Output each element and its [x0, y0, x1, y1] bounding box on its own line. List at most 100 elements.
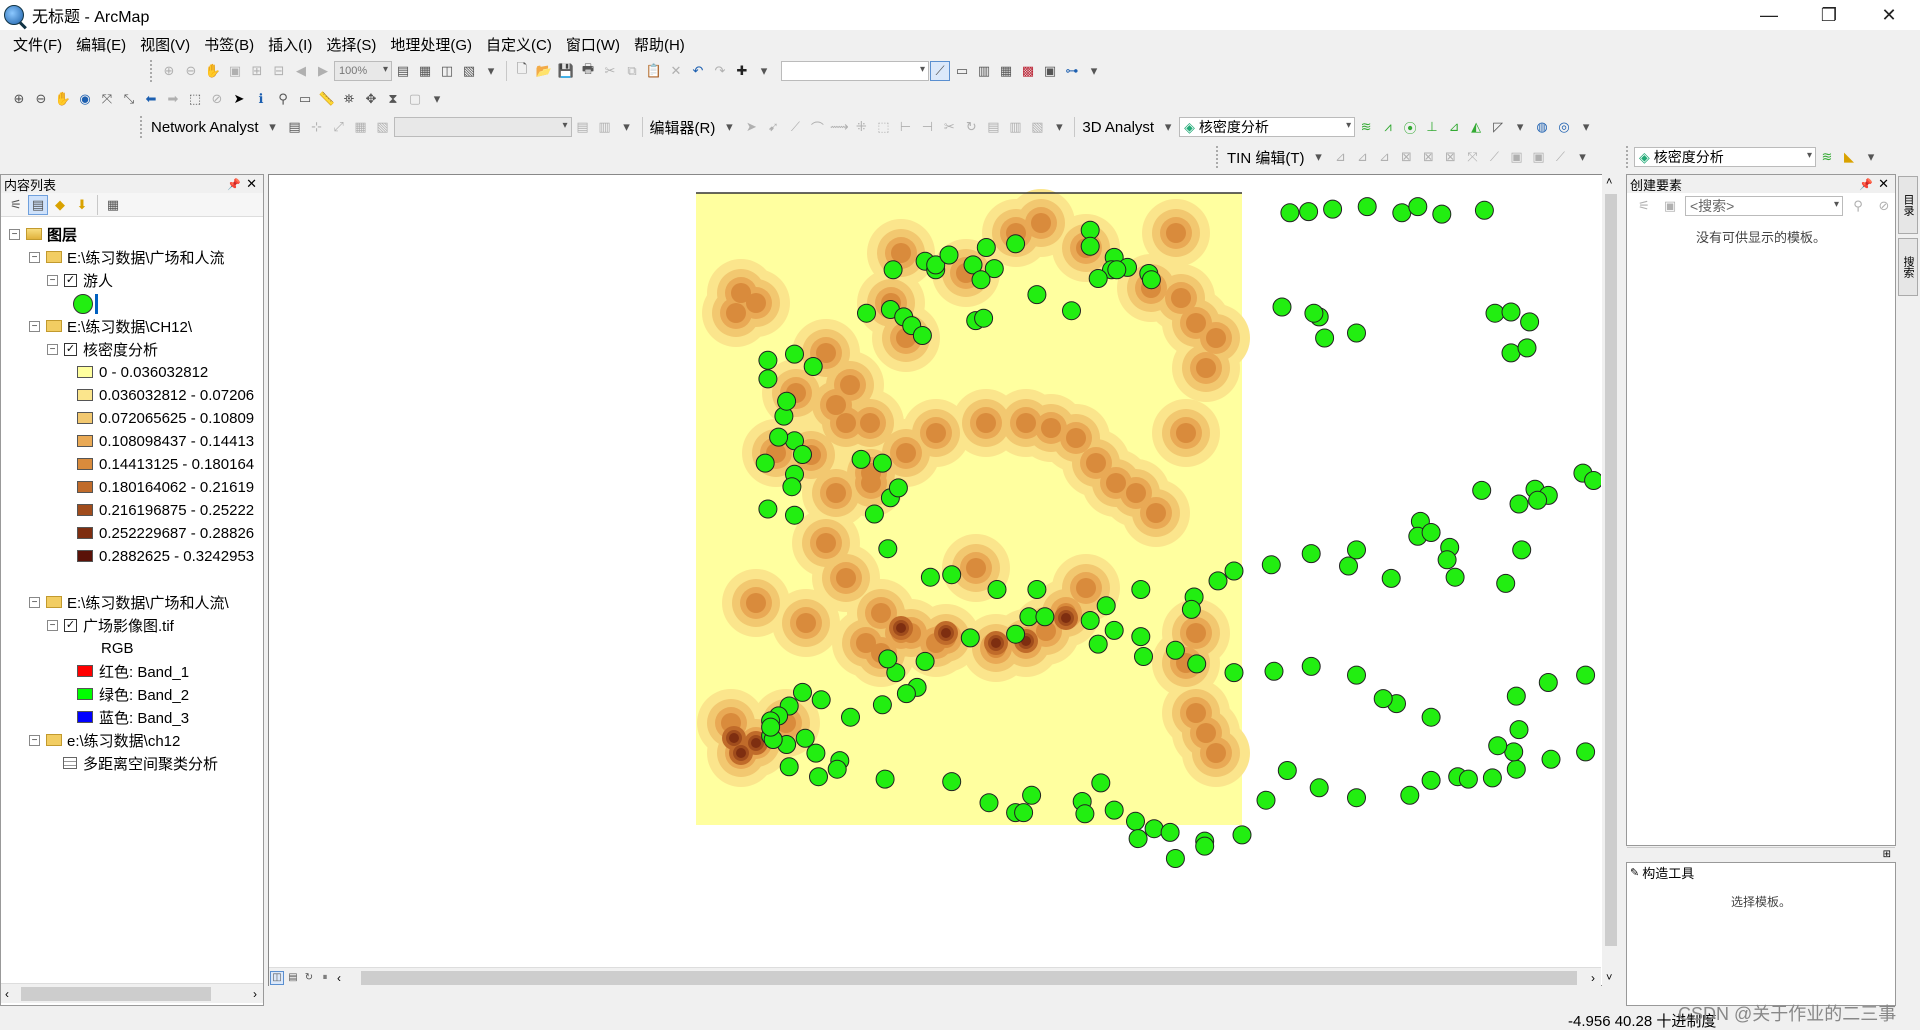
interpolate-polygon-icon[interactable]: ◭	[1466, 117, 1486, 137]
map-horizontal-scrollbar[interactable]: ◫ ▤ ↻ ⏸ ‹ ›	[269, 967, 1601, 987]
tree-group-4[interactable]: − e:\练习数据\ch12	[29, 729, 180, 751]
list-by-visibility-icon[interactable]: ◆	[50, 195, 70, 215]
collapse-icon[interactable]: −	[47, 274, 58, 286]
collapse-icon[interactable]: −	[29, 320, 40, 332]
end-point-arc-icon[interactable]: ⌒	[807, 117, 827, 137]
tree-group-3[interactable]: − E:\练习数据\广场和人流\	[29, 591, 229, 613]
trace-icon[interactable]: ⟿	[829, 117, 849, 137]
legend-class-row[interactable]: 0.072065625 - 0.10809	[77, 407, 254, 429]
toggle-draft-mode-icon[interactable]: ▤	[393, 61, 413, 81]
map-scale-combo[interactable]: ▾	[781, 61, 929, 81]
scrollbar-thumb[interactable]	[361, 971, 1577, 985]
legend-class-row[interactable]: 0.216196875 - 0.25222	[77, 499, 254, 521]
menu-file[interactable]: 文件(F)	[6, 34, 69, 55]
profile-dropdown-icon[interactable]: ▾	[1510, 117, 1530, 137]
reshape-icon[interactable]: ⊢	[895, 117, 915, 137]
profile-graph-icon[interactable]: ◸	[1488, 117, 1508, 137]
paste-icon[interactable]: 📋	[644, 61, 664, 81]
split-icon[interactable]: ✂	[939, 117, 959, 137]
band-red[interactable]: 红色: Band_1	[77, 660, 189, 682]
pin-icon[interactable]: 📌	[227, 178, 241, 191]
band-blue[interactable]: 蓝色: Band_3	[77, 706, 189, 728]
tree-layer-plaza-image[interactable]: − ✓ 广场影像图.tif	[47, 614, 174, 636]
toolbar-options-icon[interactable]: ▾	[1576, 117, 1596, 137]
list-by-selection-icon[interactable]: ⬇	[72, 195, 92, 215]
contour-icon[interactable]: ≋	[1356, 117, 1376, 137]
toolbar-options-icon[interactable]: ▾	[1572, 147, 1592, 167]
list-by-drawing-order-icon[interactable]: ⚟	[6, 195, 26, 215]
scroll-left-icon[interactable]: ‹	[5, 987, 9, 1001]
network-analyst-dropdown-icon[interactable]: ▾	[263, 117, 283, 137]
select-move-location-icon[interactable]: ⤢	[329, 117, 349, 137]
tin-interpolate-icon[interactable]: ⟋	[1550, 147, 1570, 167]
directions-icon[interactable]: ▤	[573, 117, 593, 137]
tin-edit-menu[interactable]: TIN 编辑(T)	[1224, 147, 1307, 168]
data-view-icon[interactable]: ◫	[270, 970, 284, 985]
zoom-in-icon[interactable]: ⊕	[9, 89, 29, 109]
collapse-icon[interactable]: −	[29, 596, 40, 608]
tree-group-2[interactable]: − E:\练习数据\CH12\	[29, 315, 192, 337]
line-of-sight-icon[interactable]: ⦿	[1400, 117, 1420, 137]
clear-selection-icon[interactable]: ⊘	[207, 89, 227, 109]
maximize-button[interactable]: ❐	[1800, 0, 1858, 30]
fixed-zoom-out-icon[interactable]: ⤡	[119, 89, 139, 109]
editor-toolbar-icon[interactable]: ⟋	[930, 61, 950, 81]
pin-icon[interactable]: 📌	[1859, 178, 1873, 191]
fixed-zoom-in-page-icon[interactable]: ⊞	[247, 61, 267, 81]
tin-edit-dropdown-icon[interactable]: ▾	[1308, 147, 1328, 167]
previous-extent-page-icon[interactable]: ◀	[291, 61, 311, 81]
layout-view-icon[interactable]: ▤	[286, 971, 300, 985]
delete-tin-node-icon[interactable]: ⊠	[1396, 147, 1416, 167]
arcscene-icon[interactable]: ◍	[1532, 117, 1552, 137]
scrollbar-thumb[interactable]	[1605, 194, 1617, 946]
editor-menu[interactable]: 编辑器(R)	[647, 117, 719, 138]
collapse-icon[interactable]: −	[29, 251, 40, 263]
menu-help[interactable]: 帮助(H)	[627, 34, 692, 55]
catalog-window-icon[interactable]: ▥	[974, 61, 994, 81]
cut-icon[interactable]: ✂	[600, 61, 620, 81]
close-button[interactable]: ✕	[1860, 0, 1918, 30]
template-search-input[interactable]: <搜索> ▾	[1685, 196, 1843, 216]
legend-class-row[interactable]: 0.180164062 - 0.21619	[77, 476, 254, 498]
go-to-xy-icon[interactable]: ✥	[361, 89, 381, 109]
rotate-icon[interactable]: ↻	[961, 117, 981, 137]
model-builder-icon[interactable]: ⊶	[1062, 61, 1082, 81]
menu-geoprocessing[interactable]: 地理处理(G)	[383, 34, 479, 55]
delete-tin-edge-icon[interactable]: ⊠	[1418, 147, 1438, 167]
tree-group-1[interactable]: − E:\练习数据\广场和人流	[29, 246, 225, 268]
tree-layer-kernel-density[interactable]: − ✓ 核密度分析	[47, 338, 158, 360]
next-extent-page-icon[interactable]: ▶	[313, 61, 333, 81]
pan-page-icon[interactable]: ✋	[203, 61, 223, 81]
search-icon[interactable]: ⚲	[1848, 196, 1868, 216]
create-network-location-icon[interactable]: ⊹	[307, 117, 327, 137]
toolbar-options-icon[interactable]: ▾	[1861, 147, 1881, 167]
tin-edge-tag-icon[interactable]: ▣	[1528, 147, 1548, 167]
arctoolbox-icon[interactable]: ▩	[1018, 61, 1038, 81]
list-by-source-icon[interactable]: ▤	[28, 194, 48, 215]
tab-catalog[interactable]: 目录	[1898, 176, 1918, 234]
toolbar-options-icon[interactable]: ▾	[1084, 61, 1104, 81]
legend-class-row[interactable]: 0.036032812 - 0.07206	[77, 384, 254, 406]
template-layer-combo[interactable]: ◈ 核密度分析 ▾	[1634, 147, 1816, 167]
tree-table-spatial-cluster[interactable]: 多距离空间聚类分析	[63, 752, 218, 774]
collapse-icon[interactable]: −	[47, 343, 58, 355]
collapse-icon[interactable]: −	[47, 619, 58, 631]
arcglobe-icon[interactable]: ◎	[1554, 117, 1574, 137]
zoom-out-page-icon[interactable]: ⊖	[181, 61, 201, 81]
select-elements-icon[interactable]: ➤	[229, 89, 249, 109]
network-analyst-menu[interactable]: Network Analyst	[148, 119, 262, 136]
open-folder-icon[interactable]: 📂	[534, 61, 554, 81]
collapse-panel-icon[interactable]: ⊞	[1883, 849, 1891, 860]
straight-segment-icon[interactable]: ⟋	[785, 117, 805, 137]
html-popup-icon[interactable]: ▭	[295, 89, 315, 109]
map-canvas[interactable]	[269, 175, 1601, 967]
full-page-icon[interactable]: ▣	[225, 61, 245, 81]
layer-visibility-checkbox[interactable]: ✓	[64, 342, 77, 356]
fixed-zoom-in-icon[interactable]: ⤧	[97, 89, 117, 109]
histogram-icon[interactable]: ◣	[1839, 147, 1859, 167]
add-data-dropdown-icon[interactable]: ▾	[754, 61, 774, 81]
toolbar-options-icon[interactable]: ▾	[1049, 117, 1069, 137]
new-document-icon[interactable]: 🗋	[512, 61, 532, 81]
band-green[interactable]: 绿色: Band_2	[77, 683, 189, 705]
organize-templates-icon[interactable]: ⚟	[1634, 196, 1654, 216]
